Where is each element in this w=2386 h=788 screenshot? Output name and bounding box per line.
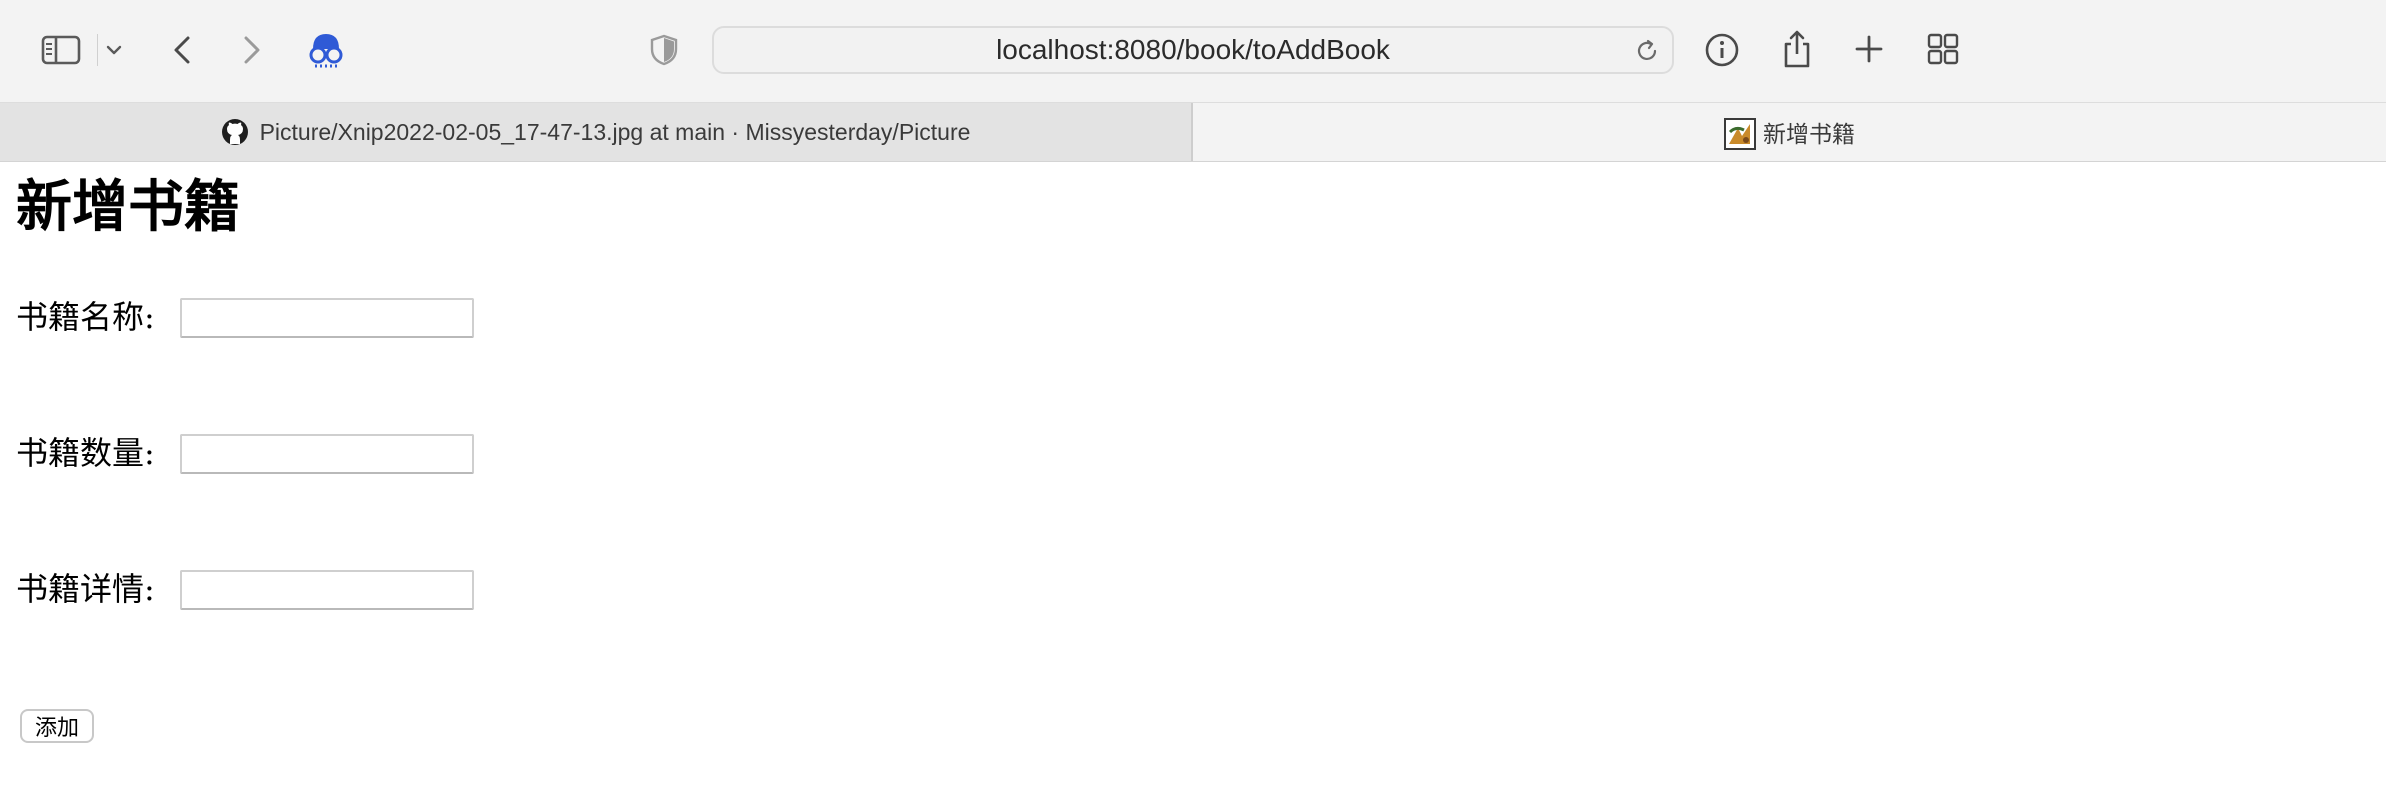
forward-icon[interactable] — [238, 32, 266, 68]
privacy-shield-icon[interactable] — [648, 32, 680, 68]
book-detail-label: 书籍详情: — [16, 570, 155, 608]
tab-add-book[interactable]: 新增书籍 — [1193, 103, 2386, 161]
address-bar[interactable]: localhost:8080/book/toAddBook — [712, 26, 1674, 74]
book-name-input[interactable] — [180, 298, 474, 338]
add-button[interactable]: 添加 — [20, 709, 94, 743]
book-detail-input[interactable] — [180, 570, 474, 610]
toolbar-divider — [97, 34, 98, 66]
tab-bar: Picture/Xnip2022-02-05_17-47-13.jpg at m… — [0, 102, 2386, 162]
tab-github-picture[interactable]: Picture/Xnip2022-02-05_17-47-13.jpg at m… — [0, 103, 1193, 161]
page-content: 新增书籍 书籍名称: 书籍数量: 书籍详情: 添加 — [0, 161, 2386, 788]
book-count-input[interactable] — [180, 434, 474, 474]
book-name-label: 书籍名称: — [16, 298, 155, 336]
tab-overview-icon[interactable] — [1926, 32, 1960, 66]
page-title: 新增书籍 — [16, 174, 240, 240]
back-icon[interactable] — [168, 32, 196, 68]
reload-icon[interactable] — [1634, 38, 1660, 64]
tab-title: 新增书籍 — [1763, 121, 1855, 147]
page-favicon — [1724, 118, 1756, 150]
extension-icon[interactable] — [306, 30, 346, 72]
tab-title: Picture/Xnip2022-02-05_17-47-13.jpg at m… — [259, 118, 971, 145]
book-count-label: 书籍数量: — [16, 434, 155, 472]
sidebar-icon[interactable] — [40, 34, 82, 66]
browser-toolbar: localhost:8080/book/toAddBook — [0, 0, 2386, 102]
new-tab-icon[interactable] — [1852, 32, 1886, 66]
info-icon[interactable] — [1704, 32, 1740, 68]
chevron-down-icon[interactable] — [104, 40, 124, 60]
share-icon[interactable] — [1780, 28, 1814, 70]
github-icon — [221, 118, 249, 146]
url-text: localhost:8080/book/toAddBook — [996, 34, 1390, 65]
